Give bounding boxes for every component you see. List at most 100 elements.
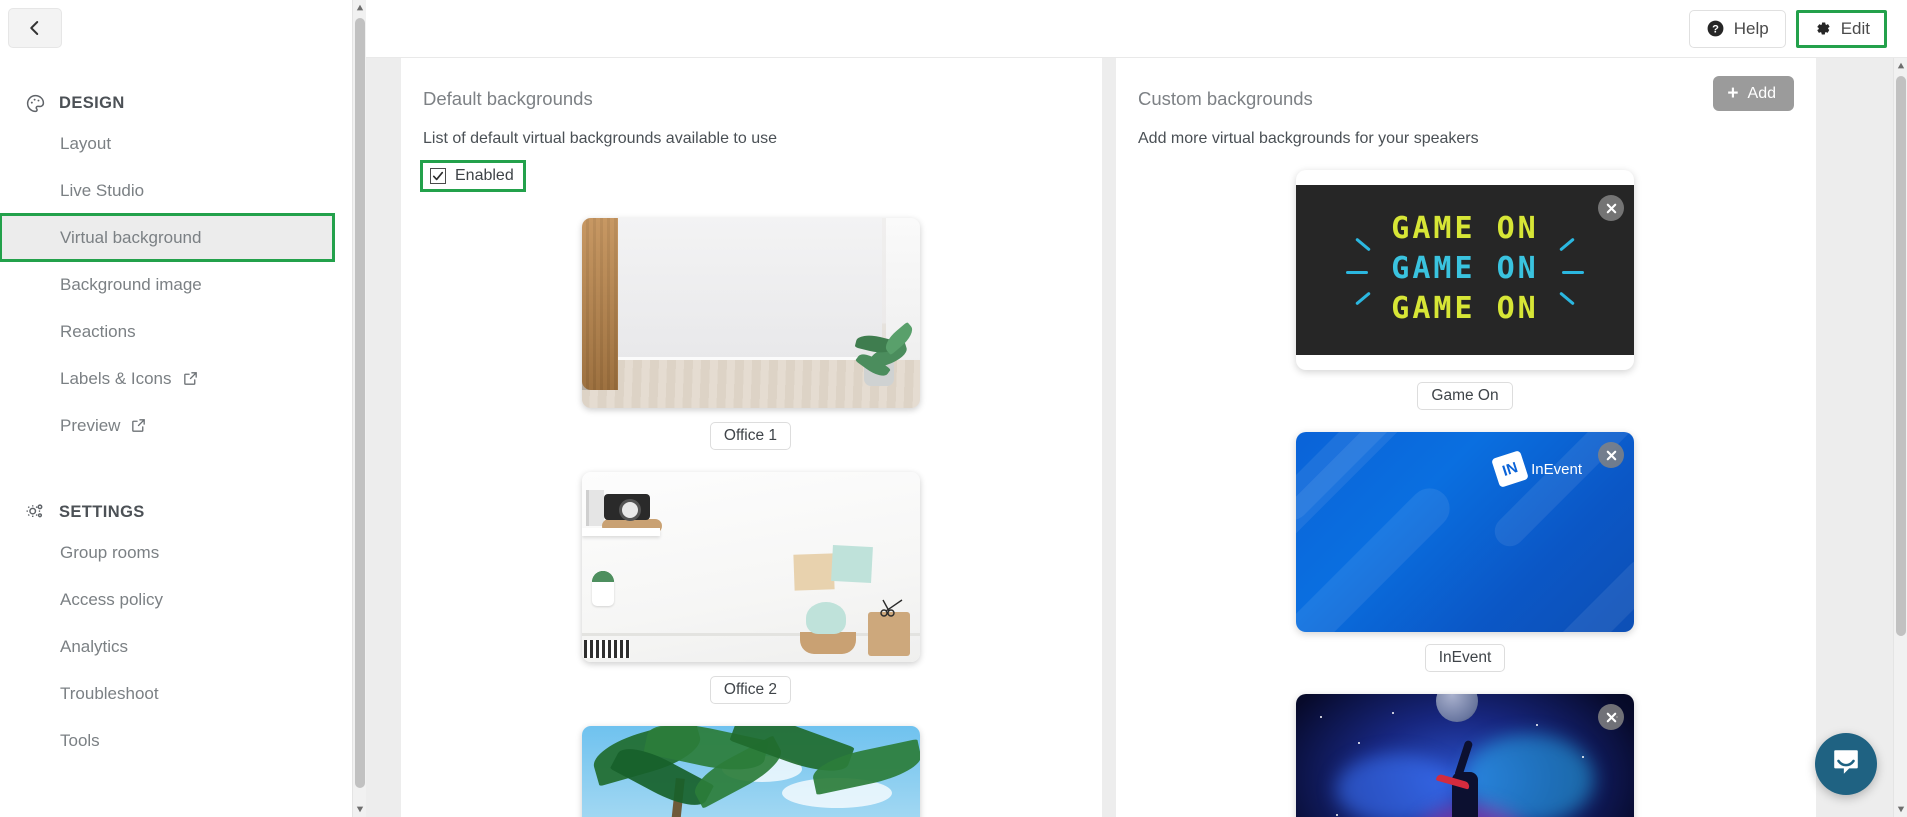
- custom-background-label: InEvent: [1424, 644, 1506, 672]
- pen-cup-shape: [867, 612, 910, 656]
- background-label: Office 1: [709, 422, 792, 450]
- checkbox-checked-icon[interactable]: [430, 168, 446, 184]
- palette-icon: [24, 92, 46, 114]
- plus-icon: +: [1727, 83, 1739, 104]
- space-image: [1296, 694, 1634, 817]
- top-toolbar: ? Help Edit: [366, 0, 1907, 58]
- add-label: Add: [1747, 84, 1776, 102]
- main-area: ? Help Edit Default backgrounds List of …: [366, 0, 1907, 817]
- sidebar-item-analytics[interactable]: Analytics: [0, 623, 366, 670]
- enabled-checkbox-row[interactable]: Enabled: [420, 160, 526, 192]
- space-card[interactable]: [1296, 694, 1634, 817]
- default-background-item: Office 1: [423, 218, 1078, 450]
- scroll-down-icon[interactable]: [353, 801, 366, 817]
- default-background-item: Office 2: [423, 472, 1078, 704]
- game-on-image: GAME ON GAME ON GAME ON: [1296, 185, 1634, 355]
- sidebar-section-settings: SETTINGS: [0, 495, 366, 529]
- nebula-shape: [1336, 754, 1456, 817]
- sidebar-item-preview[interactable]: Preview: [0, 402, 366, 449]
- sidebar-section-title: SETTINGS: [59, 502, 145, 521]
- game-on-text-line: GAME ON: [1391, 291, 1539, 326]
- beach-thumbnail[interactable]: [581, 726, 920, 817]
- help-button[interactable]: ? Help: [1688, 9, 1786, 48]
- sidebar-item-label: Layout: [60, 133, 112, 153]
- sidebar-item-group-rooms[interactable]: Group rooms: [0, 529, 366, 576]
- inevent-mark-icon: IN: [1491, 450, 1530, 488]
- inevent-logo-text: InEvent: [1531, 460, 1582, 478]
- bowl-shape: [799, 632, 856, 654]
- game-on-text-line: GAME ON: [1391, 251, 1539, 286]
- sidebar-item-label: Group rooms: [60, 542, 160, 562]
- chat-bubble-icon: [1831, 747, 1861, 782]
- sidebar-section-title: DESIGN: [59, 93, 125, 112]
- inevent-card[interactable]: IN InEvent: [1296, 432, 1634, 632]
- edit-label: Edit: [1840, 18, 1870, 38]
- scroll-up-icon[interactable]: [353, 0, 366, 16]
- external-link-icon: [182, 370, 199, 387]
- back-arrow-icon: [30, 21, 39, 35]
- gears-icon: [24, 501, 46, 523]
- cone-shape: [805, 602, 846, 634]
- sticky-note-shape: [792, 553, 835, 591]
- custom-background-label: Game On: [1417, 382, 1513, 410]
- sidebar-item-label: Live Studio: [60, 180, 145, 200]
- sidebar-item-background-image[interactable]: Background image: [0, 261, 366, 308]
- close-icon[interactable]: [1598, 442, 1624, 468]
- wood-panel-shape: [581, 218, 618, 390]
- custom-background-item: IN InEvent InEvent: [1296, 432, 1634, 672]
- spark-shape: [1562, 271, 1584, 274]
- close-icon[interactable]: [1598, 704, 1624, 730]
- sidebar-scrollbar-thumb[interactable]: [355, 18, 365, 788]
- content-scrollbar[interactable]: [1893, 58, 1907, 817]
- help-label: Help: [1733, 18, 1769, 38]
- background-label: Office 2: [709, 676, 792, 704]
- content-scrollbar-thumb[interactable]: [1896, 76, 1906, 636]
- external-link-icon: [130, 417, 147, 434]
- default-panel-title: Default backgrounds: [423, 88, 593, 109]
- sticky-note-shape: [830, 544, 873, 584]
- office-1-thumbnail[interactable]: [581, 218, 920, 408]
- sidebar-item-virtual-background[interactable]: Virtual background: [0, 213, 335, 262]
- custom-backgrounds-list: GAME ON GAME ON GAME ON Game On IN InEve…: [1138, 170, 1792, 817]
- sidebar-section-design: DESIGN: [0, 86, 366, 120]
- sidebar-item-label: Troubleshoot: [60, 683, 159, 703]
- scroll-down-icon[interactable]: [1894, 801, 1907, 817]
- inevent-logo: IN InEvent: [1491, 450, 1582, 488]
- sidebar-item-labels-icons[interactable]: Labels & Icons: [0, 355, 366, 402]
- enabled-label: Enabled: [455, 167, 514, 184]
- back-button[interactable]: [8, 8, 62, 48]
- sidebar-item-label: Preview: [60, 415, 121, 435]
- question-circle-icon: ?: [1706, 19, 1725, 38]
- game-on-card[interactable]: GAME ON GAME ON GAME ON: [1296, 170, 1634, 370]
- sidebar-item-reactions[interactable]: Reactions: [0, 308, 366, 355]
- sidebar-item-layout[interactable]: Layout: [0, 120, 366, 167]
- game-on-text-line: GAME ON: [1391, 211, 1539, 246]
- custom-backgrounds-panel: Custom backgrounds Add more virtual back…: [1116, 58, 1816, 817]
- custom-panel-subtitle: Add more virtual backgrounds for your sp…: [1138, 130, 1479, 147]
- sidebar-item-tools[interactable]: Tools: [0, 717, 366, 764]
- sidebar-scrollbar[interactable]: [352, 0, 366, 817]
- content-area: Default backgrounds List of default virt…: [366, 58, 1907, 817]
- office-2-thumbnail[interactable]: [581, 472, 920, 662]
- intercom-launcher-button[interactable]: [1815, 733, 1877, 795]
- sidebar-item-live-studio[interactable]: Live Studio: [0, 167, 366, 214]
- sidebar: DESIGN Layout Live Studio Virtual backgr…: [0, 0, 366, 817]
- sidebar-item-label: Labels & Icons: [60, 368, 172, 388]
- sidebar-item-label: Tools: [60, 730, 100, 750]
- sidebar-item-label: Access policy: [60, 589, 163, 609]
- edit-button[interactable]: Edit: [1795, 9, 1887, 48]
- moon-shape: [1436, 694, 1478, 722]
- sidebar-item-troubleshoot[interactable]: Troubleshoot: [0, 670, 366, 717]
- app-root: DESIGN Layout Live Studio Virtual backgr…: [0, 0, 1907, 817]
- sidebar-item-access-policy[interactable]: Access policy: [0, 576, 366, 623]
- notebook-shape: [583, 640, 630, 658]
- book-shape: [585, 490, 604, 526]
- custom-background-item: GAME ON GAME ON GAME ON Game On: [1296, 170, 1634, 410]
- scroll-up-icon[interactable]: [1894, 58, 1907, 74]
- close-icon[interactable]: [1598, 195, 1624, 221]
- sidebar-item-label: Background image: [60, 274, 202, 294]
- add-button[interactable]: + Add: [1713, 76, 1794, 111]
- default-backgrounds-list: Office 1 Office 2: [423, 218, 1078, 817]
- camera-shape: [603, 494, 650, 521]
- default-backgrounds-panel: Default backgrounds List of default virt…: [401, 58, 1102, 817]
